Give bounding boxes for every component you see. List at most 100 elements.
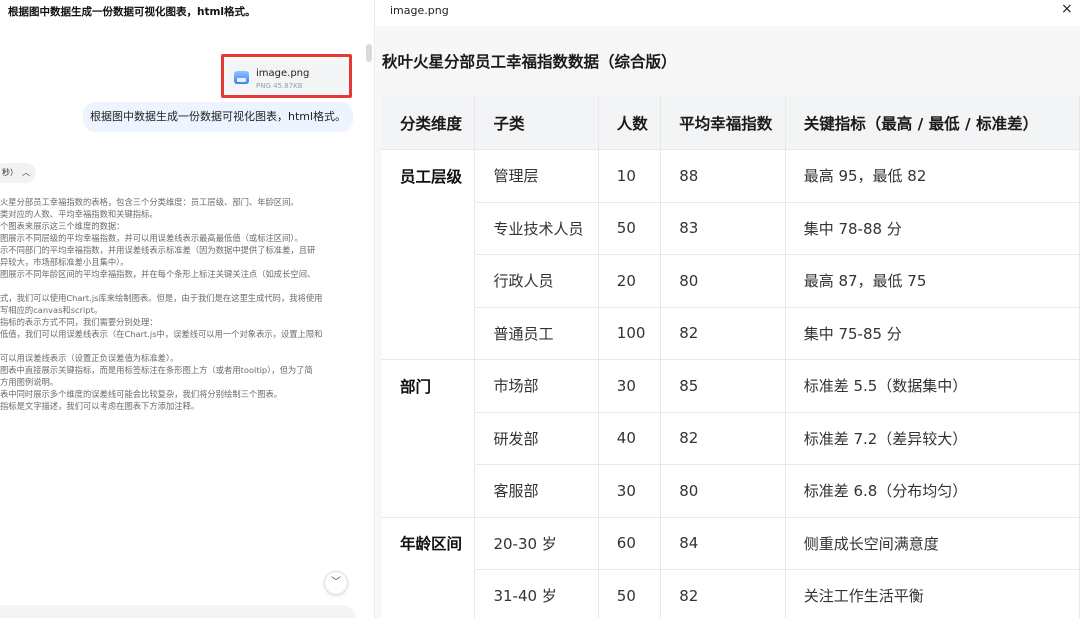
attachment-meta: PNG 45.87KB [256, 82, 303, 90]
file-preview-pane: image.png × 秋叶火星分部员工幸福指数数据（综合版） 分类维度 子类 … [375, 0, 1080, 618]
reasoning-line: 方用图例说明。 [0, 377, 59, 387]
avg-index-cell: 85 [660, 359, 786, 413]
count-cell: 30 [598, 464, 662, 518]
avg-index-cell: 82 [660, 412, 786, 465]
chevron-down-icon: ﹀ [331, 577, 341, 588]
key-metric-cell: 最高 87，最低 75 [785, 254, 1080, 308]
reasoning-line: 式，我们可以使用Chart.js库来绘制图表。但是，由于我们是在这里生成代码，我… [0, 293, 323, 303]
reasoning-text: 火星分部员工幸福指数的表格，包含三个分类维度：员工层级、部门、年龄区间。 类对应的… [0, 196, 358, 412]
column-header: 子类 [474, 96, 599, 150]
column-header: 人数 [598, 96, 662, 150]
reasoning-line: 个图表来展示这三个维度的数据： [0, 221, 125, 231]
subcategory-cell: 20-30 岁 [474, 517, 599, 570]
chat-input-box[interactable] [0, 605, 356, 618]
table-row: 31-40 岁 50 82 关注工作生活平衡 [382, 569, 1080, 618]
reasoning-line: 指标的表示方式不同，我们需要分别处理： [0, 317, 158, 327]
subcategory-cell: 客服部 [474, 464, 599, 518]
avg-index-cell: 80 [660, 464, 786, 518]
subcategory-cell: 研发部 [474, 412, 599, 465]
attachment-name: image.png [256, 68, 310, 79]
key-metric-cell: 标准差 5.5（数据集中） [785, 359, 1080, 413]
column-header: 关键指标（最高 / 最低 / 标准差） [785, 96, 1080, 150]
subcategory-cell: 行政人员 [474, 254, 599, 308]
key-metric-cell: 标准差 6.8（分布均匀） [785, 464, 1080, 518]
previous-user-prompt: 根据图中数据生成一份数据可视化图表，html格式。 [8, 6, 256, 18]
attachment-card[interactable]: image.png PNG 45.87KB [221, 54, 352, 98]
category-cell [382, 464, 476, 518]
page-title: 秋叶火星分部员工幸福指数数据（综合版） [382, 53, 677, 71]
reasoning-line: 指标是文字描述，我们可以考虑在图表下方添加注释。 [0, 401, 200, 411]
chat-scrollbar-thumb[interactable] [366, 44, 372, 62]
reasoning-line: 低值，我们可以用误差线表示（在Chart.js中，误差线可以用一个对象表示，设置… [0, 329, 323, 339]
attachment-card-body[interactable]: image.png PNG 45.87KB [228, 61, 345, 91]
close-icon[interactable]: × [1061, 1, 1073, 17]
column-header: 分类维度 [382, 96, 476, 150]
reasoning-line: 图展示不同层级的平均幸福指数，并可以用误差线表示最高最低值（或标注区间）。 [0, 233, 303, 243]
category-cell [382, 254, 476, 308]
thinking-label: 秒） [2, 168, 18, 177]
preview-header: image.png × [375, 0, 1080, 26]
count-cell: 50 [598, 202, 662, 255]
category-cell: 年龄区间 [382, 517, 476, 570]
table-row: 专业技术人员 50 83 集中 78-88 分 [382, 202, 1080, 255]
category-cell [382, 307, 476, 360]
key-metric-cell: 标准差 7.2（差异较大） [785, 412, 1080, 465]
key-metric-cell: 最高 95，最低 82 [785, 149, 1080, 203]
count-cell: 20 [598, 254, 662, 308]
key-metric-cell: 集中 75-85 分 [785, 307, 1080, 360]
chat-pane: 根据图中数据生成一份数据可视化图表，html格式。 image.png PNG … [0, 0, 366, 618]
table-row: 部门 市场部 30 85 标准差 5.5（数据集中） [382, 359, 1080, 413]
image-file-icon [234, 71, 249, 84]
key-metric-cell: 关注工作生活平衡 [785, 569, 1080, 618]
reasoning-line: 写相应的canvas和script。 [0, 305, 103, 315]
category-cell [382, 569, 476, 618]
count-cell: 40 [598, 412, 662, 465]
key-metric-cell: 侧重成长空间满意度 [785, 517, 1080, 570]
column-header: 平均幸福指数 [660, 96, 786, 150]
reasoning-line: 图展示不同年龄区间的平均幸福指数，并在每个条形上标注关键关注点（如成长空间、 [0, 269, 316, 279]
happiness-table: 分类维度 子类 人数 平均幸福指数 关键指标（最高 / 最低 / 标准差） 员工… [382, 96, 1080, 618]
count-cell: 60 [598, 517, 662, 570]
subcategory-cell: 专业技术人员 [474, 202, 599, 255]
reasoning-line: 异较大，市场部标准差小且集中）。 [0, 257, 129, 267]
count-cell: 50 [598, 569, 662, 618]
reasoning-line [0, 340, 358, 352]
avg-index-cell: 88 [660, 149, 786, 203]
subcategory-cell: 普通员工 [474, 307, 599, 360]
subcategory-cell: 管理层 [474, 149, 599, 203]
reasoning-line: 表中同时展示多个维度的误差线可能会比较复杂，我们将分别绘制三个图表。 [0, 389, 283, 399]
count-cell: 30 [598, 359, 662, 413]
category-cell: 部门 [382, 359, 476, 413]
reasoning-line [0, 280, 358, 292]
avg-index-cell: 82 [660, 307, 786, 360]
table-row: 研发部 40 82 标准差 7.2（差异较大） [382, 412, 1080, 465]
category-cell [382, 202, 476, 255]
reasoning-line: 类对应的人数、平均幸福指数和关键指标。 [0, 209, 158, 219]
preview-filename: image.png [390, 4, 449, 17]
thinking-toggle[interactable]: 秒） ︿ [0, 163, 36, 183]
count-cell: 10 [598, 149, 662, 203]
category-cell [382, 412, 476, 465]
key-metric-cell: 集中 78-88 分 [785, 202, 1080, 255]
preview-body: 秋叶火星分部员工幸福指数数据（综合版） 分类维度 子类 人数 平均幸福指数 关键… [375, 26, 1080, 618]
category-cell: 员工层级 [382, 149, 476, 203]
table-row: 员工层级 管理层 10 88 最高 95，最低 82 [382, 149, 1080, 203]
scroll-down-button[interactable]: ﹀ [324, 571, 348, 595]
table-header-row: 分类维度 子类 人数 平均幸福指数 关键指标（最高 / 最低 / 标准差） [382, 96, 1080, 150]
table-row: 客服部 30 80 标准差 6.8（分布均匀） [382, 464, 1080, 518]
table-row: 普通员工 100 82 集中 75-85 分 [382, 307, 1080, 360]
avg-index-cell: 80 [660, 254, 786, 308]
reasoning-line: 可以用误差线表示（设置正负误差值为标准差）。 [0, 353, 179, 363]
reasoning-line: 图表中直接展示关键指标，而是用标签标注在条形图上方（或者用tooltip），但为… [0, 365, 313, 375]
chevron-up-icon: ︿ [22, 168, 30, 177]
avg-index-cell: 84 [660, 517, 786, 570]
avg-index-cell: 83 [660, 202, 786, 255]
subcategory-cell: 市场部 [474, 359, 599, 413]
count-cell: 100 [598, 307, 662, 360]
avg-index-cell: 82 [660, 569, 786, 618]
table-row: 行政人员 20 80 最高 87，最低 75 [382, 254, 1080, 308]
reasoning-line: 火星分部员工幸福指数的表格，包含三个分类维度：员工层级、部门、年龄区间。 [0, 197, 299, 207]
table-row: 年龄区间 20-30 岁 60 84 侧重成长空间满意度 [382, 517, 1080, 570]
user-message-bubble: 根据图中数据生成一份数据可视化图表，html格式。 [83, 102, 353, 132]
subcategory-cell: 31-40 岁 [474, 569, 599, 618]
